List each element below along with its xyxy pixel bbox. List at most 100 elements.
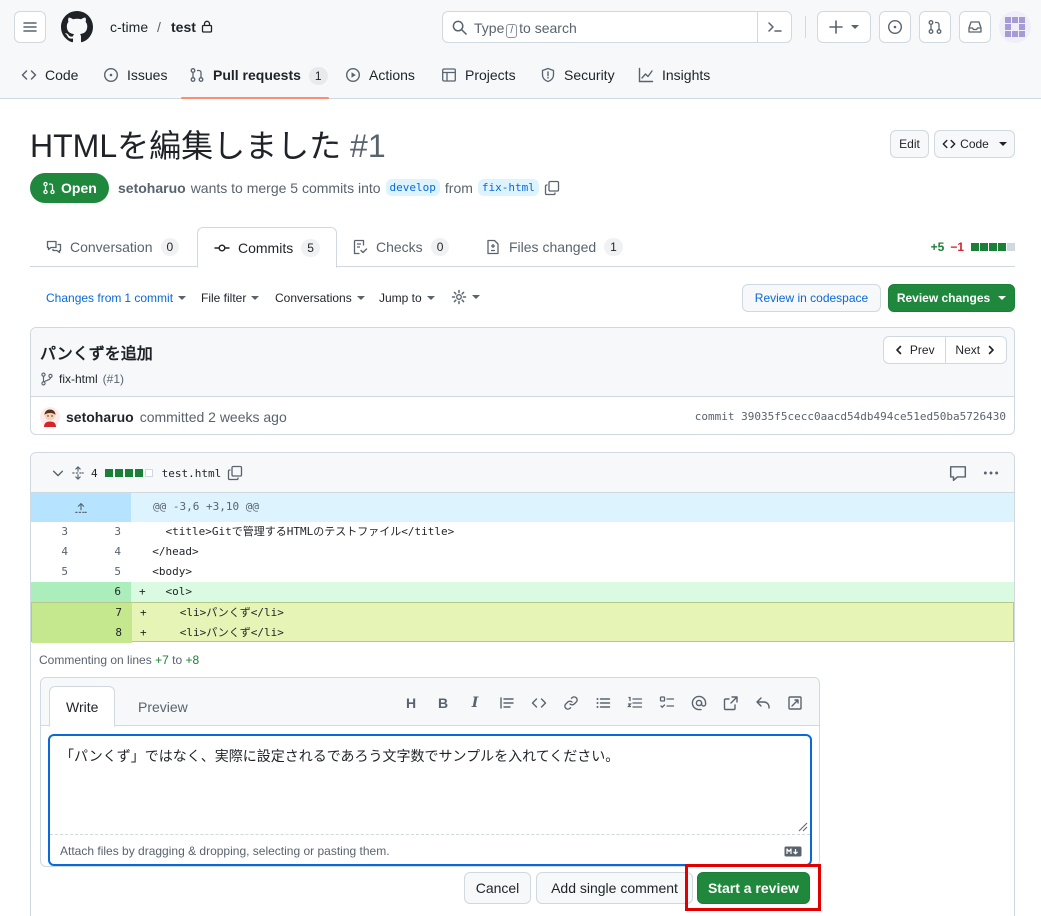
- nav-issues[interactable]: Issues: [103, 62, 167, 99]
- repo-owner-link[interactable]: c-time: [110, 19, 148, 35]
- tab-commits[interactable]: Commits 5: [197, 227, 337, 268]
- copy-icon[interactable]: [544, 180, 560, 196]
- repo-name-link[interactable]: test: [171, 19, 196, 35]
- link-icon[interactable]: [559, 693, 583, 713]
- create-new-button[interactable]: [817, 11, 871, 43]
- diff-line-added[interactable]: 6 + <ol>: [31, 582, 1014, 602]
- avatar[interactable]: [40, 407, 60, 427]
- nav-actions-label: Actions: [369, 67, 415, 83]
- unfold-icon[interactable]: [71, 466, 85, 480]
- search-placeholder-suffix: to search: [519, 20, 577, 36]
- hunk-header-text: @@ -3,6 +3,10 @@: [153, 500, 259, 513]
- cancel-button[interactable]: Cancel: [464, 872, 531, 904]
- nav-pull-requests[interactable]: Pull requests 1: [181, 62, 329, 99]
- fullscreen-icon[interactable]: [783, 693, 807, 713]
- file-filter-dropdown[interactable]: File filter: [201, 291, 260, 305]
- diff-sign: +: [140, 606, 147, 619]
- changes-from-dropdown[interactable]: Changes from 1 commit: [46, 291, 187, 305]
- list-unordered-icon[interactable]: [591, 693, 615, 713]
- command-palette-button[interactable]: [757, 12, 791, 42]
- jump-to-label: Jump to: [379, 291, 422, 305]
- tab-write[interactable]: Write: [49, 686, 116, 727]
- code-icon[interactable]: [527, 693, 551, 713]
- pr-author-link[interactable]: setoharuo: [118, 180, 186, 196]
- tab-preview[interactable]: Preview: [122, 686, 204, 727]
- markdown-icon[interactable]: [784, 846, 802, 857]
- old-line-number: 4: [61, 545, 68, 558]
- tab-checks[interactable]: Checks 0: [336, 227, 465, 267]
- commit-sha[interactable]: commit 39035f5cecc0aacd54db494ce51ed50ba…: [695, 410, 1006, 423]
- mention-icon[interactable]: [687, 693, 711, 713]
- reply-icon[interactable]: [751, 693, 775, 713]
- old-line-number: 3: [61, 525, 68, 538]
- annotation-highlight: [685, 864, 821, 911]
- comment-text: 「パンくず」ではなく、実際に設定されるであろう文字数でサンプルを入れてください。: [60, 748, 620, 764]
- diff-line-selected[interactable]: 7 + <li>パンくず</li>: [32, 603, 1013, 623]
- tab-commits-label: Commits: [238, 239, 294, 256]
- pull-requests-button[interactable]: [919, 11, 951, 43]
- menu-button[interactable]: [14, 11, 46, 43]
- pr-tabs: Conversation 0 Commits 5 Checks 0 Files …: [30, 227, 1015, 268]
- new-line-number: 8: [115, 626, 122, 639]
- italic-icon[interactable]: I: [463, 693, 487, 713]
- review-changes-button[interactable]: Review changes: [888, 284, 1015, 312]
- nav-insights[interactable]: Insights: [638, 62, 710, 99]
- nav-security-label: Security: [564, 67, 615, 83]
- resize-handle-icon[interactable]: [798, 822, 808, 832]
- diff-line[interactable]: 3 3 <title>Gitで管理するHTMLのテストファイル</title>: [31, 522, 1014, 542]
- copy-icon[interactable]: [227, 465, 243, 481]
- tasklist-icon[interactable]: [655, 693, 679, 713]
- diff-settings-dropdown[interactable]: [451, 289, 480, 305]
- add-single-comment-button[interactable]: Add single comment: [536, 872, 693, 904]
- header-divider: [805, 16, 806, 38]
- diff-line-selected[interactable]: 8 + <li>パンくず</li>: [32, 623, 1013, 643]
- play-icon: [345, 67, 361, 83]
- code-dropdown-button[interactable]: Code: [934, 130, 1015, 158]
- kebab-horizontal-icon[interactable]: [982, 464, 1000, 482]
- bold-icon[interactable]: B: [431, 693, 455, 713]
- next-commit-button[interactable]: Next: [944, 337, 1007, 363]
- chevron-left-icon: [896, 345, 902, 355]
- heading-icon[interactable]: H: [399, 693, 423, 713]
- quote-icon[interactable]: [495, 693, 519, 713]
- chevron-down-icon: [998, 142, 1007, 146]
- comment-icon[interactable]: [949, 464, 967, 482]
- comment-textarea[interactable]: 「パンくず」ではなく、実際に設定されるであろう文字数でサンプルを入れてください。…: [48, 734, 812, 866]
- nav-projects[interactable]: Projects: [441, 62, 516, 99]
- commit-pr-ref[interactable]: (#1): [103, 372, 124, 386]
- list-ordered-icon[interactable]: [623, 693, 647, 713]
- head-branch-link[interactable]: fix-html: [477, 179, 539, 196]
- tab-files-changed-count: 1: [604, 238, 623, 256]
- issues-button[interactable]: [879, 11, 911, 43]
- chevron-down-icon[interactable]: [51, 466, 65, 480]
- review-in-codespace-button[interactable]: Review in codespace: [742, 284, 881, 312]
- search-input[interactable]: Type / to search: [442, 11, 792, 43]
- next-commit-label: Next: [955, 343, 981, 357]
- prev-commit-button[interactable]: Prev: [884, 337, 945, 363]
- diff-line[interactable]: 5 5 <body>: [31, 562, 1014, 582]
- commit-author-link[interactable]: setoharuo: [66, 409, 134, 425]
- commit-branch-link[interactable]: fix-html: [59, 372, 98, 386]
- file-name-link[interactable]: test.html: [162, 467, 222, 480]
- commit-summary: パンくずを追加 fix-html (#1) Prev Next setoharu…: [30, 327, 1015, 435]
- tab-conversation[interactable]: Conversation 0: [30, 227, 195, 267]
- github-logo-icon[interactable]: [61, 11, 93, 43]
- pr-title-text: HTMLを編集しました: [30, 128, 342, 164]
- cross-reference-icon[interactable]: [719, 693, 743, 713]
- commit-pagination: Prev Next: [883, 336, 1007, 364]
- diff-line[interactable]: 4 4 </head>: [31, 542, 1014, 562]
- base-branch-link[interactable]: develop: [385, 179, 440, 196]
- jump-to-dropdown[interactable]: Jump to: [379, 291, 435, 305]
- inbox-button[interactable]: [959, 11, 991, 43]
- diff-code-text: </head>: [152, 545, 199, 558]
- conversations-dropdown[interactable]: Conversations: [275, 291, 365, 305]
- user-avatar[interactable]: [999, 11, 1031, 43]
- nav-actions[interactable]: Actions: [345, 62, 415, 99]
- tab-files-changed[interactable]: Files changed 1: [469, 227, 639, 267]
- nav-code[interactable]: Code: [21, 62, 78, 99]
- commenting-to: to: [172, 653, 183, 667]
- nav-security[interactable]: Security: [540, 62, 615, 99]
- attach-files-hint[interactable]: Attach files by dragging & dropping, sel…: [60, 844, 390, 858]
- edit-title-button[interactable]: Edit: [890, 130, 929, 158]
- expand-up-button[interactable]: [31, 493, 131, 522]
